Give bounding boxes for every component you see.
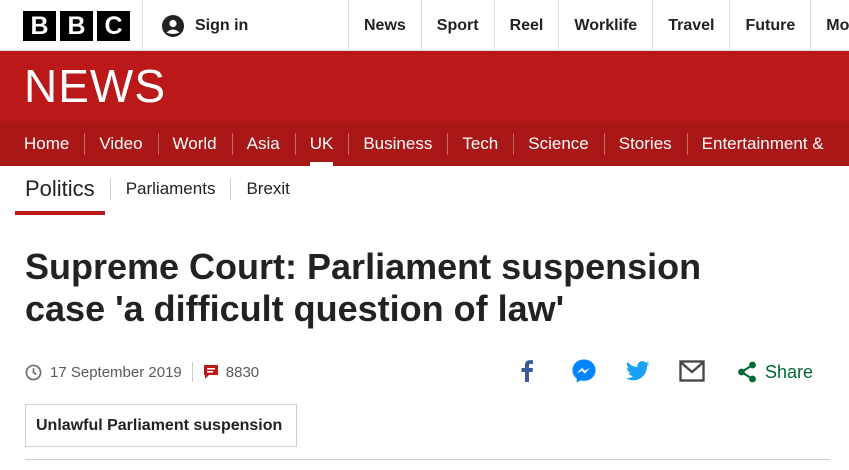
section-nav-video[interactable]: Video (84, 121, 157, 166)
sign-in-label: Sign in (195, 16, 249, 34)
headline-line: case 'a difficult question of law' (25, 288, 565, 329)
sub-nav-brexit[interactable]: Brexit (231, 166, 304, 212)
article-date: 17 September 2019 (50, 363, 182, 381)
top-nav-more[interactable]: Mo (811, 0, 849, 51)
section-nav-tech[interactable]: Tech (447, 121, 513, 166)
section-nav-entertainment[interactable]: Entertainment & (686, 121, 839, 166)
top-nav: News Sport Reel Worklife Travel Future M… (349, 0, 849, 51)
news-wordmark[interactable]: NEWS (24, 63, 166, 109)
top-nav-news[interactable]: News (349, 0, 422, 51)
article-headline: Supreme Court: Parliament suspension cas… (25, 246, 805, 330)
section-nav-science[interactable]: Science (513, 121, 603, 166)
share-icon (738, 361, 756, 383)
bbc-logo[interactable]: B B C (23, 11, 130, 41)
bbc-logo-letter: B (60, 11, 93, 41)
comment-count[interactable]: 8830 (226, 364, 259, 381)
messenger-icon[interactable] (571, 358, 597, 384)
sign-in-button[interactable]: Sign in (142, 0, 349, 51)
topic-tag[interactable]: Unlawful Parliament suspension (25, 404, 297, 447)
top-nav-sport[interactable]: Sport (422, 0, 495, 51)
bbc-logo-letter: B (23, 11, 56, 41)
section-nav-asia[interactable]: Asia (231, 121, 295, 166)
email-icon[interactable] (679, 358, 705, 384)
headline-line: Supreme Court: Parliament suspension (25, 246, 702, 287)
user-icon (162, 14, 184, 37)
clock-icon (25, 364, 42, 380)
divider (25, 459, 830, 460)
bbc-top-bar: B B C Sign in News Sport Reel Worklife T… (0, 0, 849, 51)
top-nav-reel[interactable]: Reel (495, 0, 560, 51)
sub-nav-politics[interactable]: Politics (15, 166, 105, 215)
top-nav-worklife[interactable]: Worklife (559, 0, 654, 51)
facebook-icon[interactable] (514, 358, 540, 384)
top-nav-travel[interactable]: Travel (653, 0, 731, 51)
section-nav-world[interactable]: World (157, 121, 232, 166)
sub-nav: Politics Parliaments Brexit (0, 166, 849, 215)
bbc-logo-letter: C (97, 11, 130, 41)
share-button[interactable]: Share (737, 359, 813, 385)
share-label: Share (765, 361, 814, 382)
section-nav-home[interactable]: Home (9, 121, 84, 166)
sub-nav-parliaments[interactable]: Parliaments (111, 166, 231, 212)
news-banner: NEWS (0, 51, 849, 121)
section-nav-business[interactable]: Business (348, 121, 447, 166)
section-nav-stories[interactable]: Stories (603, 121, 687, 166)
article-meta: 17 September 2019 8830 (25, 359, 259, 385)
section-nav-uk[interactable]: UK (294, 121, 349, 166)
comments-icon[interactable] (203, 364, 219, 380)
section-nav: Home Video World Asia UK Business Tech S… (0, 121, 849, 166)
divider (191, 362, 193, 382)
top-nav-future[interactable]: Future (730, 0, 812, 51)
twitter-icon[interactable] (625, 358, 651, 384)
